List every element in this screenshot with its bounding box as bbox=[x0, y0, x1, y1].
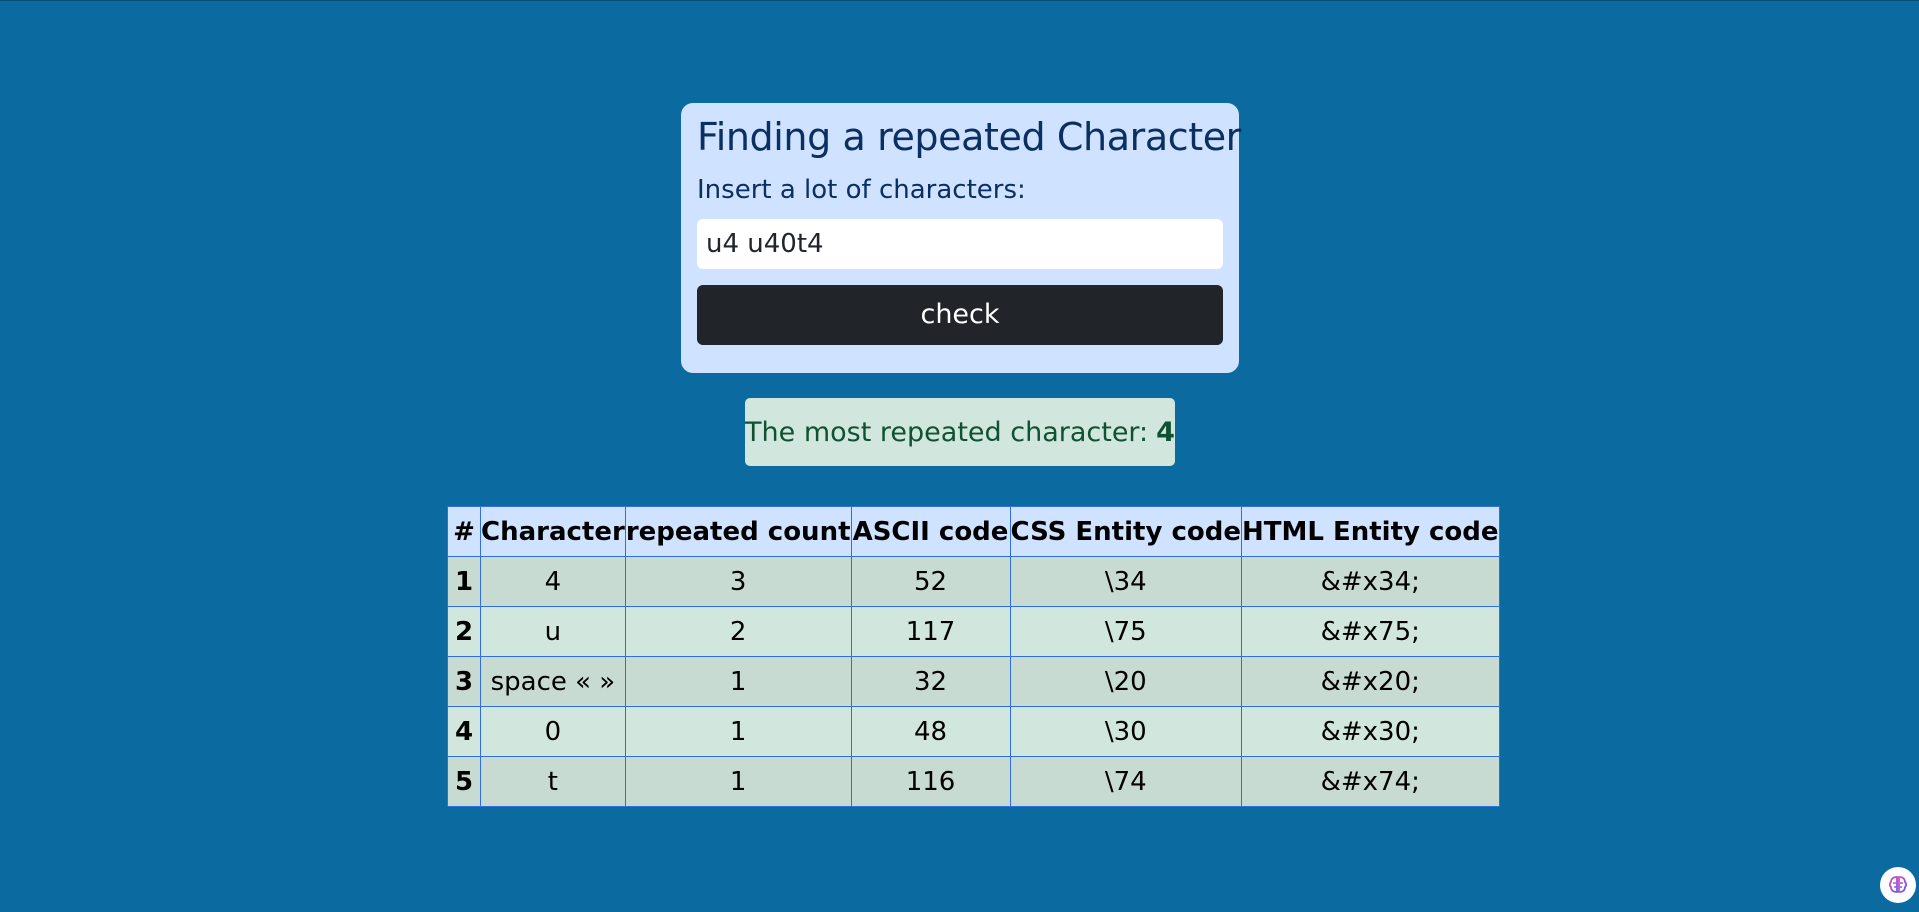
header-character: Character bbox=[480, 506, 626, 557]
cell-css-entity: \30 bbox=[1009, 706, 1242, 757]
header-index: # bbox=[447, 506, 481, 557]
cell-css-entity: \75 bbox=[1009, 606, 1242, 657]
cell-count: 1 bbox=[624, 756, 852, 807]
cell-character: 0 bbox=[480, 706, 626, 757]
row-index: 2 bbox=[447, 606, 481, 657]
result-value: 4 bbox=[1156, 416, 1175, 448]
cell-ascii: 48 bbox=[850, 706, 1011, 757]
results-table: # Character repeated count ASCII code CS… bbox=[447, 506, 1500, 807]
cell-count: 1 bbox=[624, 656, 852, 707]
row-index: 3 bbox=[447, 656, 481, 707]
cell-html-entity: &#x30; bbox=[1240, 706, 1500, 757]
cell-count: 3 bbox=[624, 556, 852, 607]
check-button[interactable]: check bbox=[697, 284, 1223, 345]
header-ascii-code: ASCII code bbox=[850, 506, 1011, 557]
cell-character: u bbox=[480, 606, 626, 657]
cell-character: space « » bbox=[480, 656, 626, 707]
table-row: 2 u 2 117 \75 &#x75; bbox=[447, 606, 1500, 657]
cell-html-entity: &#x75; bbox=[1240, 606, 1500, 657]
cell-html-entity: &#x34; bbox=[1240, 556, 1500, 607]
cell-ascii: 117 bbox=[850, 606, 1011, 657]
cell-ascii: 52 bbox=[850, 556, 1011, 607]
result-alert: The most repeated character: 4 bbox=[745, 398, 1175, 466]
table-row: 3 space « » 1 32 \20 &#x20; bbox=[447, 656, 1500, 707]
table-header-row: # Character repeated count ASCII code CS… bbox=[447, 506, 1500, 557]
row-index: 4 bbox=[447, 706, 481, 757]
input-card: Finding a repeated Character Insert a lo… bbox=[681, 103, 1241, 373]
input-label: Insert a lot of characters: bbox=[697, 174, 1026, 205]
cell-character: 4 bbox=[480, 556, 626, 607]
cell-html-entity: &#x74; bbox=[1240, 756, 1500, 807]
cell-count: 2 bbox=[624, 606, 852, 657]
characters-input[interactable] bbox=[697, 218, 1223, 269]
page-title: Finding a repeated Character bbox=[697, 115, 1241, 159]
header-repeated-count: repeated count bbox=[624, 506, 852, 557]
brain-icon[interactable] bbox=[1880, 867, 1916, 903]
result-prefix: The most repeated character: bbox=[745, 416, 1149, 448]
cell-ascii: 116 bbox=[850, 756, 1011, 807]
row-index: 1 bbox=[447, 556, 481, 607]
table-row: 4 0 1 48 \30 &#x30; bbox=[447, 706, 1500, 757]
cell-html-entity: &#x20; bbox=[1240, 656, 1500, 707]
cell-count: 1 bbox=[624, 706, 852, 757]
header-html-entity: HTML Entity code bbox=[1240, 506, 1500, 557]
cell-css-entity: \34 bbox=[1009, 556, 1242, 607]
row-index: 5 bbox=[447, 756, 481, 807]
cell-css-entity: \74 bbox=[1009, 756, 1242, 807]
table-row: 5 t 1 116 \74 &#x74; bbox=[447, 756, 1500, 807]
table-row: 1 4 3 52 \34 &#x34; bbox=[447, 556, 1500, 607]
cell-ascii: 32 bbox=[850, 656, 1011, 707]
cell-css-entity: \20 bbox=[1009, 656, 1242, 707]
top-border bbox=[0, 0, 1919, 1]
header-css-entity: CSS Entity code bbox=[1009, 506, 1242, 557]
cell-character: t bbox=[480, 756, 626, 807]
